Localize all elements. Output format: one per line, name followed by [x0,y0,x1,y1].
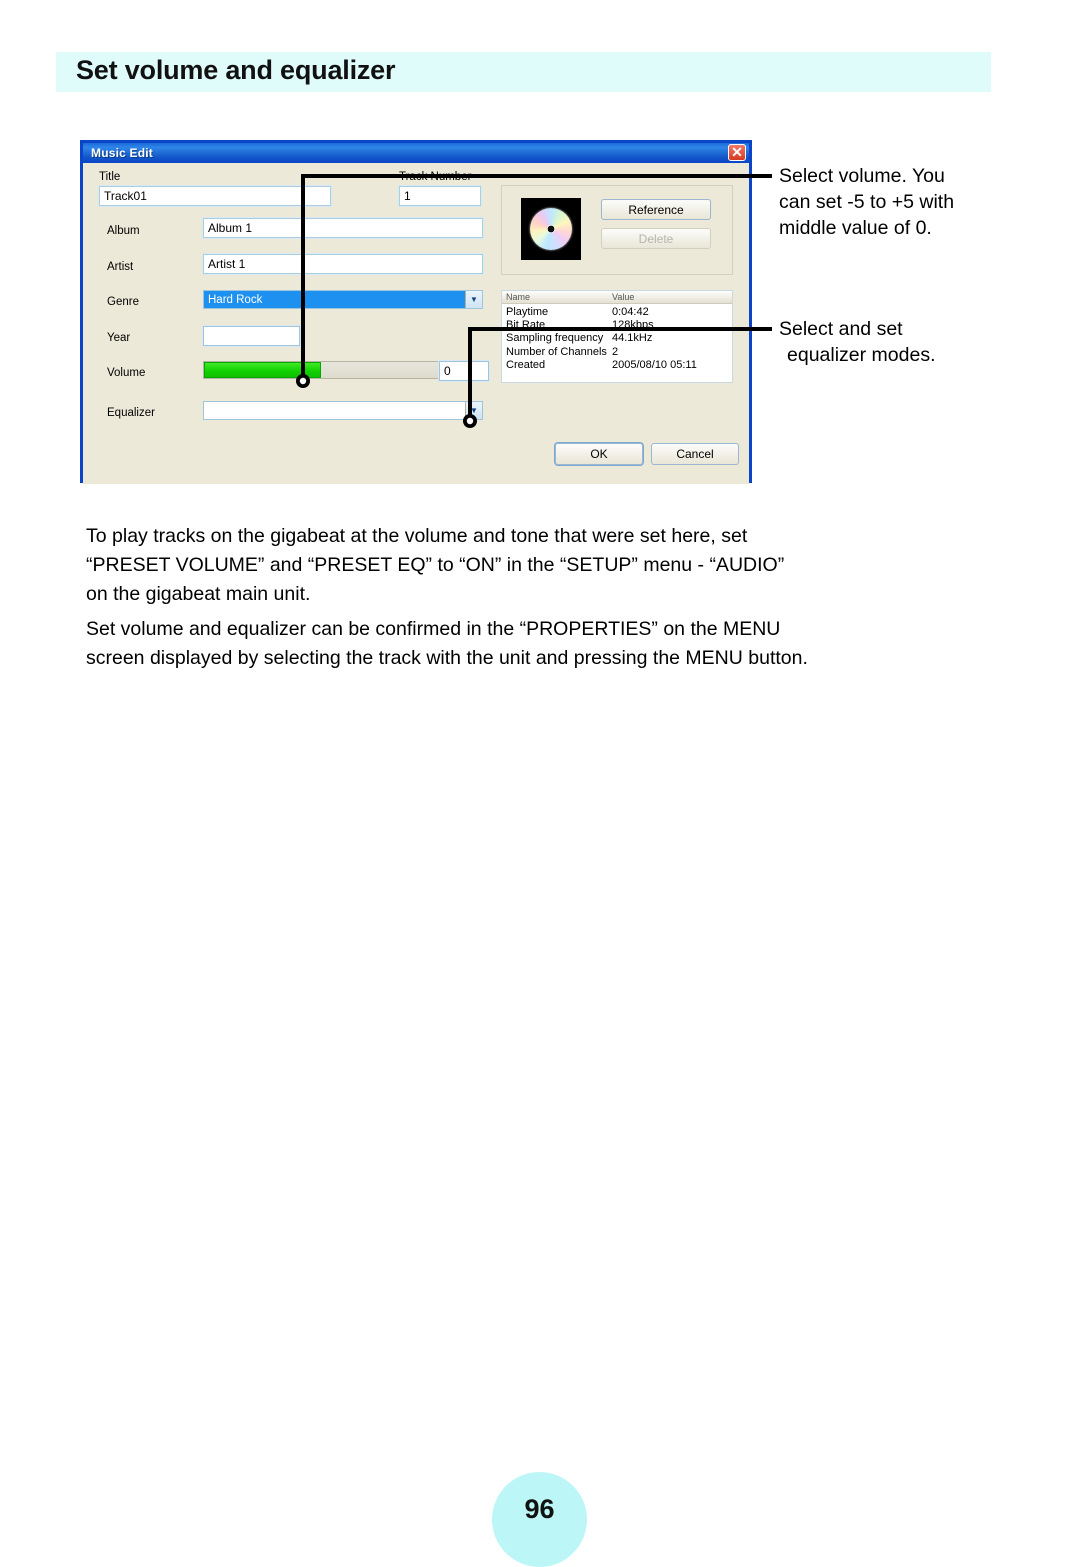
table-row: Playtime 0:04:42 [502,306,732,319]
music-edit-dialog: Music Edit ✕ Title Track01 Track Number … [80,140,752,484]
volume-value-input[interactable]: 0 [438,360,490,382]
album-label: Album [107,225,140,237]
chevron-down-icon[interactable]: ▼ [465,291,482,308]
property-key: Number of Channels [506,345,607,358]
volume-label: Volume [107,367,146,379]
title-input[interactable]: Track01 [98,185,332,207]
properties-header-value: Value [612,292,635,302]
artist-label: Artist [107,261,134,273]
equalizer-note-line-1: Select and set [779,318,903,340]
album-input[interactable]: Album 1 [202,217,484,239]
cancel-button[interactable]: Cancel [651,443,739,465]
genre-value: Hard Rock [204,291,465,308]
year-label: Year [107,332,131,344]
paragraph-2-line-1: Set volume and equalizer can be confirme… [86,618,781,640]
ok-button[interactable]: OK [554,442,644,466]
property-value: 0:04:42 [612,306,649,318]
paragraph-1: To play tracks on the gigabeat at the vo… [86,522,1026,609]
equalizer-label: Equalizer [107,407,155,419]
genre-label: Genre [107,296,139,308]
equalizer-combobox[interactable]: ▼ [203,401,483,420]
paragraph-2: Set volume and equalizer can be confirme… [86,615,1026,673]
property-value: 128kbps [612,319,654,332]
volume-slider-fill [204,362,321,378]
paragraph-2-line-2: screen displayed by selecting the track … [86,647,808,669]
volume-note-line-2: can set -5 to +5 with [779,191,955,213]
property-key: Playtime [506,306,549,318]
properties-header-name: Name [506,292,531,302]
reference-button[interactable]: Reference [601,199,711,220]
dialog-titlebar: Music Edit ✕ [83,143,749,163]
track-number-input[interactable]: 1 [398,185,482,207]
properties-list: Name Value Playtime 0:04:42 Bit Rate 128… [501,290,733,383]
property-value: 44.1kHz [612,332,653,345]
delete-button: Delete [601,228,711,249]
property-value: 2005/08/10 05:11 [612,358,697,371]
properties-rows: Playtime 0:04:42 Bit Rate 128kbps Sampli… [502,306,732,372]
page-number-badge: 96 [492,1472,587,1567]
equalizer-note-line-2: equalizer modes. [787,344,936,366]
volume-callout-note: Select volume. You can set -5 to +5 with… [779,163,1019,241]
equalizer-callout-note: Select and set equalizer modes. [779,316,1019,368]
property-key: Sampling frequency [506,332,604,345]
title-label: Title [99,171,121,183]
cd-disc-icon [521,198,581,260]
page-number: 96 [524,1494,555,1524]
close-icon[interactable]: ✕ [728,144,746,161]
property-value: 2 [612,345,619,358]
table-row: Sampling frequency 44.1kHz [502,332,732,345]
page-title: Set volume and equalizer [76,55,396,85]
chevron-down-icon[interactable]: ▼ [465,402,482,419]
volume-note-line-1: Select volume. You [779,165,945,187]
table-row: Bit Rate 128kbps [502,319,732,332]
table-row: Created 2005/08/10 05:11 [502,359,732,372]
dialog-body: Title Track01 Track Number 1 Album Album… [83,163,749,484]
genre-combobox[interactable]: Hard Rock ▼ [203,290,483,309]
volume-note-line-3: middle value of 0. [779,217,932,239]
artist-input[interactable]: Artist 1 [202,253,484,275]
properties-header: Name Value [502,291,732,304]
track-number-label: Track Number [399,171,472,183]
property-key: Bit Rate [506,319,546,332]
dialog-title: Music Edit [91,146,154,160]
paragraph-1-line-3: on the gigabeat main unit. [86,583,311,605]
property-key: Created [506,358,546,371]
paragraph-1-line-2: “PRESET VOLUME” and “PRESET EQ” to “ON” … [86,554,785,576]
paragraph-1-line-1: To play tracks on the gigabeat at the vo… [86,525,748,547]
volume-slider[interactable] [203,361,442,379]
equalizer-value [204,402,465,419]
table-row: Number of Channels 2 [502,346,732,359]
year-input[interactable] [202,325,301,347]
